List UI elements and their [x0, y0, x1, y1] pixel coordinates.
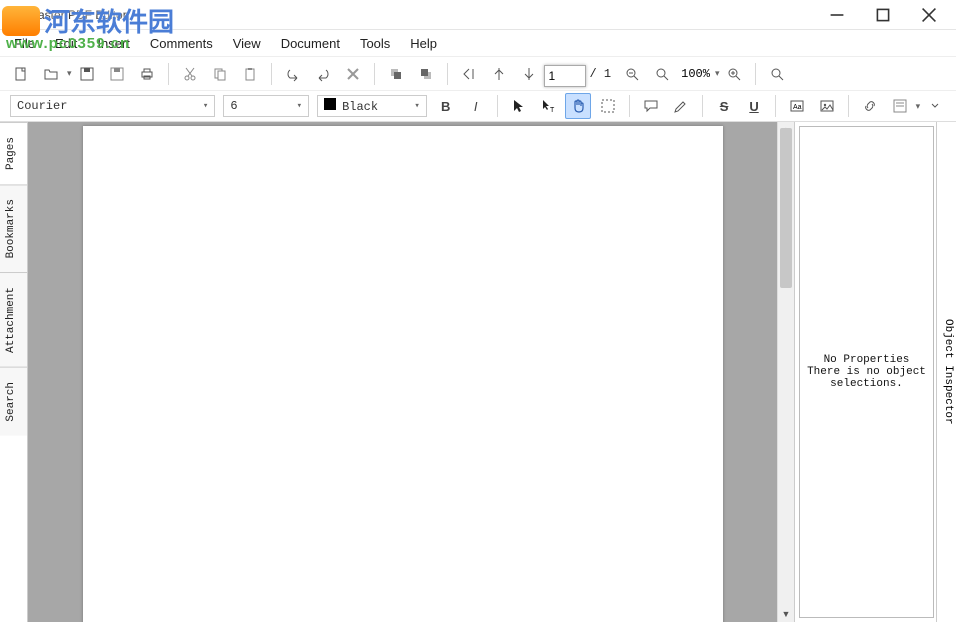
menu-help[interactable]: Help: [400, 33, 447, 54]
toolbar-main: ▾ / 1 100% ▾: [0, 56, 956, 90]
italic-button[interactable]: I: [463, 93, 489, 119]
font-size-select[interactable]: 6▾: [223, 95, 309, 117]
highlight-button[interactable]: [668, 93, 694, 119]
separator-icon: [755, 63, 756, 85]
redo-button[interactable]: [310, 61, 336, 87]
send-back-button[interactable]: [413, 61, 439, 87]
tab-attachment[interactable]: Attachment: [0, 272, 27, 367]
prev-page-button[interactable]: [486, 61, 512, 87]
menu-document[interactable]: Document: [271, 33, 350, 54]
separator-icon: [629, 95, 630, 117]
separator-icon: [374, 63, 375, 85]
page-total-label: / 1: [590, 67, 612, 81]
chevron-down-icon: ▾: [203, 101, 208, 111]
image-button[interactable]: [814, 93, 840, 119]
titlebar: Master PDF Editor: [0, 0, 956, 30]
menu-edit[interactable]: Edit: [45, 33, 87, 54]
svg-text:Aa: Aa: [793, 104, 802, 111]
inspector-line2: There is no object: [807, 366, 926, 378]
font-color-select[interactable]: Black ▾: [317, 95, 427, 117]
scrollbar-thumb[interactable]: [780, 128, 792, 288]
chevron-down-icon: ▾: [414, 101, 419, 111]
zoom-dropdown-icon[interactable]: ▾: [715, 68, 720, 79]
separator-icon: [447, 63, 448, 85]
maximize-button[interactable]: [860, 0, 906, 30]
main-area: Pages Bookmarks Attachment Search ▲ ▼ No…: [0, 122, 956, 622]
toolbar-format: Courier▾ 6▾ Black▾ B I T S U Aa ▾: [0, 90, 956, 122]
font-size-value: 6: [230, 99, 237, 113]
tab-search[interactable]: Search: [0, 367, 27, 436]
select-tool-button[interactable]: [506, 93, 532, 119]
paste-button[interactable]: [237, 61, 263, 87]
separator-icon: [848, 95, 849, 117]
tab-object-inspector[interactable]: Object Inspector: [936, 122, 956, 622]
comment-button[interactable]: [638, 93, 664, 119]
link-button[interactable]: [857, 93, 883, 119]
separator-icon: [168, 63, 169, 85]
color-swatch-icon: [324, 98, 336, 110]
form-button[interactable]: [887, 93, 913, 119]
menu-file[interactable]: File: [4, 33, 45, 54]
saveas-button[interactable]: [104, 61, 130, 87]
delete-button[interactable]: [340, 61, 366, 87]
font-color-value: Black: [342, 100, 378, 114]
copy-button[interactable]: [207, 61, 233, 87]
menu-insert[interactable]: Insert: [87, 33, 140, 54]
new-button[interactable]: [8, 61, 34, 87]
cut-button[interactable]: [177, 61, 203, 87]
document-viewport[interactable]: [28, 122, 777, 622]
zoom-fit-button[interactable]: [649, 61, 675, 87]
next-page-button[interactable]: [516, 61, 542, 87]
close-button[interactable]: [906, 0, 952, 30]
vertical-scrollbar[interactable]: ▲ ▼: [777, 122, 794, 622]
separator-icon: [497, 95, 498, 117]
bring-front-button[interactable]: [383, 61, 409, 87]
app-icon: [6, 7, 22, 23]
zoom-in-button[interactable]: [721, 61, 747, 87]
font-select[interactable]: Courier ▾: [10, 95, 215, 117]
left-tabstrip: Pages Bookmarks Attachment Search: [0, 122, 28, 622]
scroll-down-icon[interactable]: ▼: [778, 606, 794, 622]
menu-view[interactable]: View: [223, 33, 271, 54]
font-select-value: Courier: [17, 99, 67, 113]
minimize-button[interactable]: [814, 0, 860, 30]
separator-icon: [775, 95, 776, 117]
right-pane: No Properties There is no object selecti…: [794, 122, 956, 622]
marquee-tool-button[interactable]: [595, 93, 621, 119]
chevron-down-icon: ▾: [297, 101, 302, 111]
window-title: Master PDF Editor: [28, 8, 127, 22]
open-dropdown-icon[interactable]: ▾: [67, 68, 72, 79]
open-button[interactable]: [38, 61, 64, 87]
tab-pages[interactable]: Pages: [0, 122, 27, 184]
hand-tool-button[interactable]: [565, 93, 591, 119]
inspector-line1: No Properties: [807, 354, 926, 366]
overflow-button[interactable]: [922, 93, 948, 119]
first-page-button[interactable]: [456, 61, 482, 87]
strikethrough-button[interactable]: S: [711, 93, 737, 119]
search-button[interactable]: [764, 61, 790, 87]
page-number-input[interactable]: [544, 65, 586, 87]
separator-icon: [702, 95, 703, 117]
underline-button[interactable]: U: [741, 93, 767, 119]
tab-bookmarks[interactable]: Bookmarks: [0, 184, 27, 272]
print-button[interactable]: [134, 61, 160, 87]
zoom-out-button[interactable]: [619, 61, 645, 87]
text-select-tool-button[interactable]: T: [536, 93, 562, 119]
undo-button[interactable]: [280, 61, 306, 87]
menu-tools[interactable]: Tools: [350, 33, 400, 54]
menubar: File Edit Insert Comments View Document …: [0, 30, 956, 56]
object-inspector-panel: No Properties There is no object selecti…: [799, 126, 934, 618]
pdf-page: [83, 126, 723, 622]
menu-comments[interactable]: Comments: [140, 33, 223, 54]
svg-text:T: T: [550, 107, 555, 114]
save-button[interactable]: [74, 61, 100, 87]
bold-button[interactable]: B: [433, 93, 459, 119]
inspector-line3: selections.: [807, 378, 926, 390]
text-box-button[interactable]: Aa: [784, 93, 810, 119]
zoom-value: 100%: [681, 67, 710, 81]
form-dropdown-icon[interactable]: ▾: [916, 101, 921, 112]
separator-icon: [271, 63, 272, 85]
